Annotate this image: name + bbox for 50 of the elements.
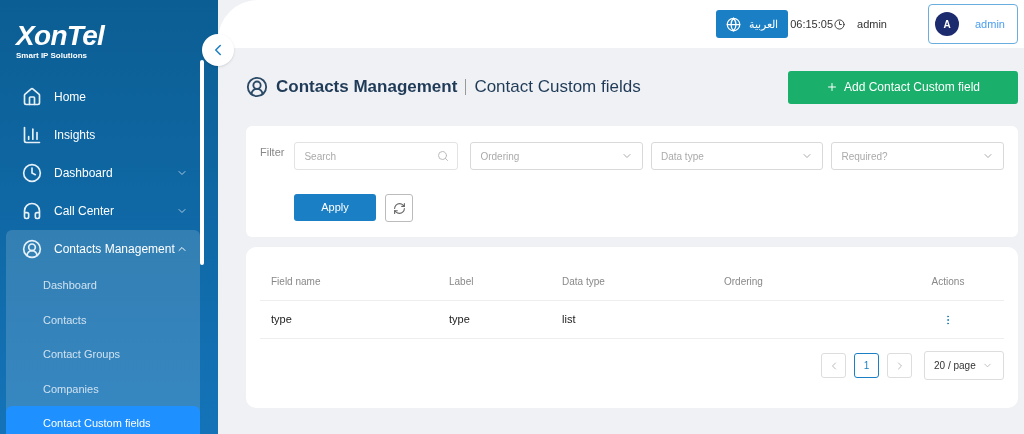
column-header: Label [449, 275, 475, 289]
plus-icon [825, 81, 838, 93]
page-subtitle: Contact Custom fields [474, 76, 641, 99]
search-field[interactable]: Search [294, 142, 459, 170]
add-field-button[interactable]: Add Contact Custom field [788, 70, 1018, 104]
clock-icon [834, 18, 846, 30]
apply-button[interactable]: Apply [294, 194, 376, 221]
user-icon [246, 76, 268, 98]
user-icon [22, 239, 42, 259]
column-header: Ordering [724, 275, 764, 289]
page-size-select[interactable]: 20 / page [924, 351, 1004, 380]
avatar: A [935, 12, 959, 36]
refresh-icon [392, 201, 406, 215]
sidebar-item[interactable]: Home [0, 78, 200, 116]
select-field[interactable]: Ordering [470, 142, 643, 170]
username: admin [857, 16, 887, 32]
table-cell-text: list [562, 312, 577, 328]
page-button[interactable]: 1 [854, 353, 879, 378]
logo-tagline: Smart IP Solutions [16, 52, 88, 60]
submenu-item[interactable]: Contact Custom fields [6, 406, 200, 434]
headset-icon [22, 201, 42, 221]
clock-icon [22, 163, 42, 183]
column-header: Field name [271, 275, 322, 289]
globe-icon [726, 16, 742, 32]
profile-menu[interactable]: A admin [928, 4, 1018, 44]
submenu-item[interactable]: Dashboard [6, 268, 200, 303]
home-icon [22, 87, 42, 107]
submenu-item[interactable]: Contact Groups [6, 337, 200, 372]
sidebar-item[interactable]: Call Center [0, 192, 200, 230]
submenu-item[interactable]: Companies [6, 371, 200, 406]
column-header: Data type [562, 275, 606, 289]
scrollbar[interactable] [200, 60, 204, 265]
sidebar-item[interactable]: Insights [0, 116, 200, 154]
search-icon [437, 150, 450, 162]
sidebar-item[interactable]: Dashboard [0, 154, 200, 192]
logo-text: XonTel [16, 22, 107, 50]
select-field[interactable]: Required? [831, 142, 1004, 170]
sidebar-item[interactable]: Contacts Management [6, 230, 200, 268]
page-title: Contacts Management [276, 76, 458, 99]
filter-label: Filter [260, 145, 285, 160]
select-field[interactable]: Data type [650, 142, 824, 170]
refresh-button[interactable] [385, 194, 413, 222]
profile-name: admin [975, 16, 1005, 32]
submenu-item[interactable]: Contacts [6, 302, 200, 337]
column-header: Actions [930, 275, 966, 289]
bar-chart-icon [22, 125, 42, 145]
language-button[interactable]: العربية [716, 10, 789, 38]
table-cell-text: type [449, 312, 471, 328]
table-cell-text: type [271, 312, 293, 328]
clock-time: 06:15:05 [790, 16, 834, 32]
